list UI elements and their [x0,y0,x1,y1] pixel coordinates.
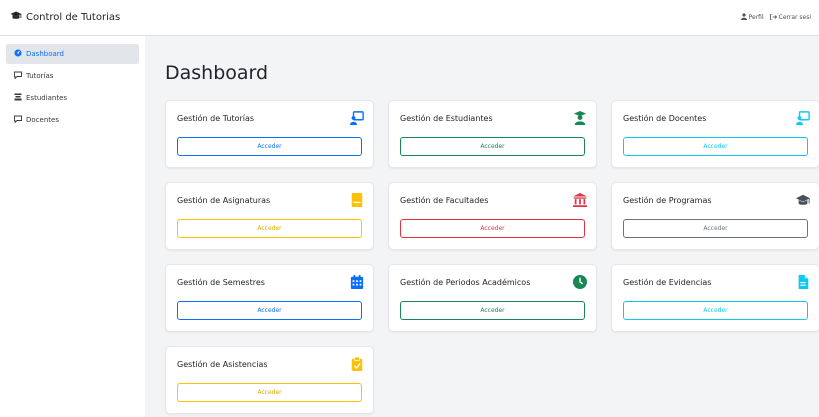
acceder-button[interactable]: Acceder [177,383,362,402]
chat-icon [14,71,22,81]
sidebar-item-label: Dashboard [26,50,64,58]
card-title: Gestión de Semestres [177,278,265,287]
sidebar-item-docentes[interactable]: Docentes [6,110,139,130]
acceder-button[interactable]: Acceder [400,137,585,156]
sidebar-item-tutorias[interactable]: Tutorías [6,66,139,86]
logout-icon [769,13,777,22]
graduation-cap-icon [796,193,810,207]
sidebar: Dashboard Tutorías Estudiantes Docentes [0,36,145,417]
card-title: Gestión de Facultades [400,196,489,205]
file-icon [796,275,810,289]
card-evidencias: Gestión de Evidencias Acceder [611,264,819,332]
acceder-button[interactable]: Acceder [177,137,362,156]
logout-label: Cerrar sesi [778,14,811,21]
card-docentes: Gestión de Docentes Acceder [611,100,819,168]
sidebar-item-label: Tutorías [26,72,54,80]
card-title: Gestión de Tutorías [177,114,255,123]
card-title: Gestión de Programas [623,196,712,205]
acceder-button[interactable]: Acceder [623,219,808,238]
card-title: Gestión de Asignaturas [177,196,271,205]
sidebar-item-dashboard[interactable]: Dashboard [6,44,139,64]
card-title: Gestión de Docentes [623,114,707,123]
university-icon [573,193,587,207]
profile-link[interactable]: Perfil [740,13,764,22]
card-title: Gestión de Evidencias [623,278,712,287]
tutor-board-icon [350,111,364,125]
card-asignaturas: Gestión de Asignaturas Acceder [165,182,374,250]
user-icon [740,13,747,22]
sidebar-item-label: Estudiantes [26,94,68,102]
card-asistencias: Gestión de Asistencias Acceder [165,346,374,414]
dashboard-icon [14,49,22,59]
card-facultades: Gestión de Facultades Acceder [388,182,597,250]
clock-icon [573,275,587,289]
page-title: Dashboard [165,62,269,84]
book-icon [350,193,364,207]
card-periodos: Gestión de Periodos Académicos Acceder [388,264,597,332]
acceder-button[interactable]: Acceder [623,137,808,156]
clipboard-check-icon [350,357,364,371]
card-title: Gestión de Periodos Académicos [400,278,531,287]
main-content: Dashboard Gestión de Tutorías Acceder Ge… [145,36,819,417]
acceder-button[interactable]: Acceder [623,301,808,320]
card-semestres: Gestión de Semestres Acceder [165,264,374,332]
acceder-button[interactable]: Acceder [177,219,362,238]
card-tutorias: Gestión de Tutorías Acceder [165,100,374,168]
graduation-cap-icon [10,11,22,24]
nav-user-links: Perfil Cerrar sesi [740,13,811,22]
sidebar-item-estudiantes[interactable]: Estudiantes [6,88,139,108]
card-programas: Gestión de Programas Acceder [611,182,819,250]
teacher-board-icon [796,111,810,125]
student-icon [14,93,22,103]
brand[interactable]: Control de Tutorias [10,11,120,24]
acceder-button[interactable]: Acceder [177,301,362,320]
calendar-icon [350,275,364,289]
acceder-button[interactable]: Acceder [400,301,585,320]
card-title: Gestión de Estudiantes [400,114,493,123]
logout-link[interactable]: Cerrar sesi [769,13,811,22]
profile-label: Perfil [748,14,764,21]
brand-title: Control de Tutorias [26,12,121,23]
chat-icon [14,115,22,125]
card-title: Gestión de Asistencias [177,360,268,369]
card-estudiantes: Gestión de Estudiantes Acceder [388,100,597,168]
sidebar-item-label: Docentes [26,116,59,124]
top-navbar: Control de Tutorias Perfil Cerrar sesi [0,0,819,36]
acceder-button[interactable]: Acceder [400,219,585,238]
graduate-icon [573,111,587,125]
